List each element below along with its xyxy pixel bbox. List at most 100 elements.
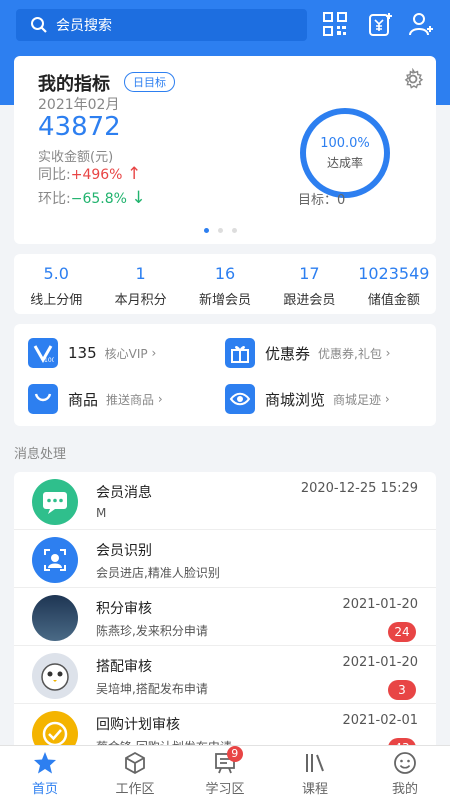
message-time: 2021-02-01 (342, 713, 418, 728)
feature-title: 135 (68, 344, 97, 362)
feature-sub: 优惠券,礼包 (318, 346, 382, 361)
avatar (32, 653, 78, 699)
message-subtitle: M (96, 506, 107, 520)
message-time: 2021-01-20 (342, 597, 418, 612)
message-title: 回购计划审核 (96, 717, 180, 733)
message-time: 2020-12-25 15:29 (300, 481, 418, 496)
daily-target-tag[interactable]: 日目标 (124, 72, 175, 92)
kpi-title: 我的指标 (38, 74, 110, 95)
feature-sub: 商城足迹 (333, 392, 382, 407)
carousel-dot (232, 228, 237, 233)
mom-label: 环比: (38, 191, 71, 207)
revenue-value: 43872 (38, 112, 121, 142)
feature-sub: 推送商品 (106, 392, 155, 407)
carousel-indicator (204, 228, 237, 233)
tab-label: 工作区 (115, 782, 155, 797)
arrow-up-icon: ↑ (126, 164, 142, 184)
target-value: 目标：0 (298, 193, 346, 208)
achievement-rate: 100.0% (320, 136, 370, 151)
stat-online-commission[interactable]: 5.0 线上分佣 (14, 254, 98, 314)
stat-label: 跟进会员 (283, 293, 336, 308)
chevron-right-icon: › (381, 392, 390, 406)
arrow-down-icon: ↓ (131, 188, 146, 208)
tab-workspace[interactable]: 工作区 (90, 746, 180, 800)
unread-badge: 24 (388, 622, 416, 642)
add-member-icon[interactable] (408, 11, 434, 37)
stat-value: 16 (214, 264, 236, 283)
yoy-label: 同比: (38, 167, 71, 183)
tab-label: 课程 (301, 782, 328, 797)
chat-bubble-icon (32, 479, 78, 525)
stat-follow-members[interactable]: 17 跟进会员 (267, 254, 351, 314)
message-subtitle: 陈燕珍,发来积分申请 (96, 624, 208, 638)
yoy-row: 同比:+496% ↑ (38, 164, 141, 184)
stat-label: 新增会员 (199, 293, 252, 308)
tab-mine[interactable]: 我的 (360, 746, 450, 800)
chevron-right-icon: › (381, 346, 391, 360)
message-time: 2021-01-20 (342, 655, 418, 670)
eye-icon (225, 384, 255, 414)
stat-value: 5.0 (43, 264, 69, 283)
message-title: 会员识别 (96, 543, 152, 559)
search-input[interactable]: 会员搜索 (16, 9, 307, 41)
message-title: 会员消息 (96, 485, 152, 501)
unread-badge: 3 (388, 680, 416, 700)
revenue-label: 实收金额(元) (38, 150, 114, 165)
list-item[interactable]: 会员消息 M 2020-12-25 15:29 (14, 472, 436, 530)
stat-label: 本月积分 (114, 293, 167, 308)
feature-vip[interactable]: 100 135 核心VIP › (28, 338, 156, 368)
tab-label: 我的 (391, 782, 418, 797)
vip-icon: 100 (28, 338, 58, 368)
carousel-dot (204, 228, 209, 233)
list-item[interactable]: 积分审核 陈燕珍,发来积分申请 2021-01-20 24 (14, 588, 436, 646)
stat-value: 17 (299, 264, 320, 283)
feature-mall-browse[interactable]: 商城浏览 商城足迹 › (225, 384, 390, 414)
smile-icon (394, 752, 416, 774)
books-icon (306, 754, 324, 772)
bottom-tab-bar: 首页 工作区 学习区 9 课程 我的 (0, 745, 450, 800)
feature-title: 优惠券 (265, 344, 311, 363)
message-title: 积分审核 (96, 601, 152, 617)
tab-study[interactable]: 学习区 9 (180, 746, 270, 800)
yoy-value: +496% (70, 167, 123, 183)
features-card: 100 135 核心VIP › 优惠券 优惠券,礼包 › 商品 推送商品 › 商… (14, 324, 436, 426)
stats-card: 5.0 线上分佣 1 本月积分 16 新增会员 17 跟进会员 1023549 储值金额 (14, 254, 436, 314)
qr-scan-icon[interactable] (322, 11, 348, 37)
achievement-ring (300, 108, 390, 198)
feature-coupon[interactable]: 优惠券 优惠券,礼包 › (225, 338, 390, 368)
face-recognition-icon (32, 537, 78, 583)
feature-products[interactable]: 商品 推送商品 › (28, 384, 163, 414)
mom-row: 环比:−65.8% ↓ (38, 188, 146, 208)
payment-icon[interactable] (368, 11, 394, 37)
stat-stored-value[interactable]: 1023549 储值金额 (352, 254, 436, 314)
message-subtitle: 吴培坤,搭配发布申请 (96, 682, 208, 696)
home-star-icon (34, 752, 56, 774)
avatar (32, 595, 78, 641)
stat-label: 线上分佣 (30, 293, 83, 308)
chevron-right-icon: › (147, 346, 157, 360)
list-item[interactable]: 搭配审核 吴培坤,搭配发布申请 2021-01-20 3 (14, 646, 436, 704)
svg-text:100: 100 (44, 357, 54, 364)
message-title: 搭配审核 (96, 659, 152, 675)
search-placeholder: 会员搜索 (56, 18, 112, 34)
list-item[interactable]: 会员识别 会员进店,精准人脸识别 (14, 530, 436, 588)
chevron-right-icon: › (154, 392, 163, 406)
stat-value: 1 (135, 264, 146, 283)
section-title: 消息处理 (14, 447, 67, 462)
message-subtitle: 会员进店,精准人脸识别 (96, 566, 220, 580)
achievement-label: 达成率 (326, 156, 363, 170)
stat-label: 储值金额 (367, 293, 420, 308)
feature-title: 商品 (68, 390, 99, 409)
kpi-card[interactable]: 我的指标 日目标 2021年02月 43872 实收金额(元) 同比:+496%… (14, 56, 436, 244)
bag-icon (28, 384, 58, 414)
message-list: 会员消息 M 2020-12-25 15:29 会员识别 会员进店,精准人脸识别… (14, 472, 436, 752)
stat-monthly-points[interactable]: 1 本月积分 (98, 254, 182, 314)
feature-title: 商城浏览 (265, 390, 326, 409)
tab-home[interactable]: 首页 (0, 746, 90, 800)
mom-value: −65.8% (70, 191, 127, 207)
gear-icon[interactable] (402, 68, 424, 90)
tab-courses[interactable]: 课程 (270, 746, 360, 800)
kpi-month: 2021年02月 (38, 97, 120, 113)
feature-sub: 核心VIP (104, 346, 148, 361)
stat-new-members[interactable]: 16 新增会员 (183, 254, 267, 314)
